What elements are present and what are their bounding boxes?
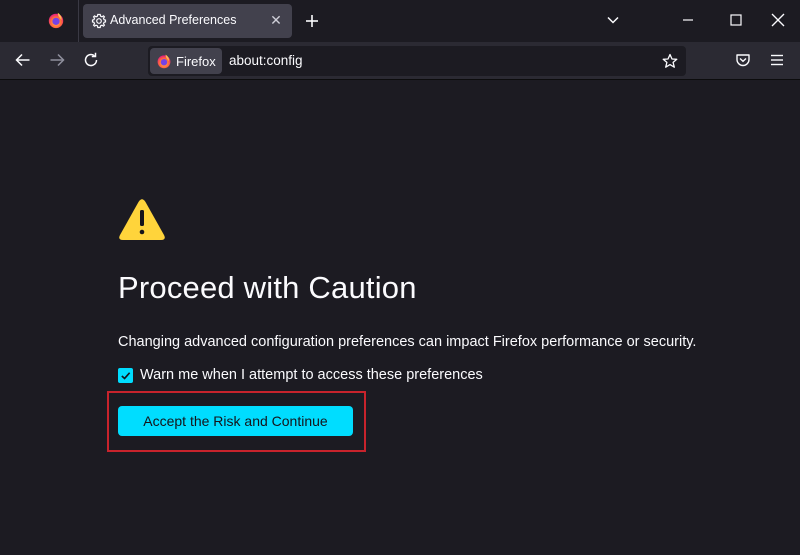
accept-risk-button[interactable]: Accept the Risk and Continue xyxy=(118,406,353,436)
warning-icon xyxy=(119,199,165,240)
navigation-toolbar: Firefox about:config xyxy=(0,42,800,80)
page-content: Proceed with Caution Changing advanced c… xyxy=(0,80,800,555)
firefox-icon[interactable] xyxy=(47,11,65,29)
maximize-icon[interactable] xyxy=(728,12,744,28)
new-tab-icon[interactable] xyxy=(302,11,322,31)
forward-arrow-icon[interactable] xyxy=(48,51,66,69)
tab-advanced-preferences[interactable]: Advanced Preferences ✕ xyxy=(83,4,292,38)
minimize-icon[interactable] xyxy=(680,12,696,28)
chevron-down-icon[interactable] xyxy=(605,12,621,28)
warning-description: Changing advanced configuration preferen… xyxy=(118,334,697,350)
gear-icon xyxy=(91,13,107,29)
bookmark-star-icon[interactable] xyxy=(662,53,678,69)
url-input[interactable]: about:config xyxy=(229,53,303,68)
tab-separator xyxy=(78,0,79,42)
back-arrow-icon[interactable] xyxy=(14,51,32,69)
checkmark-icon xyxy=(121,371,131,380)
identity-label: Firefox xyxy=(176,53,216,69)
hamburger-menu-icon[interactable] xyxy=(769,52,785,68)
close-tab-icon[interactable]: ✕ xyxy=(268,12,284,28)
reload-icon[interactable] xyxy=(82,51,100,69)
warn-checkbox-row[interactable]: Warn me when I attempt to access these p… xyxy=(118,367,483,383)
warn-checkbox-label: Warn me when I attempt to access these p… xyxy=(140,367,483,383)
identity-box[interactable]: Firefox xyxy=(150,48,222,74)
tab-strip: Advanced Preferences ✕ xyxy=(0,0,800,42)
close-window-icon[interactable] xyxy=(770,12,786,28)
warn-checkbox[interactable] xyxy=(118,367,133,383)
url-bar[interactable]: Firefox about:config xyxy=(148,46,686,76)
tab-title: Advanced Preferences xyxy=(110,13,237,27)
firefox-icon xyxy=(157,54,171,69)
page-title: Proceed with Caution xyxy=(118,270,417,305)
pocket-icon[interactable] xyxy=(735,52,751,68)
